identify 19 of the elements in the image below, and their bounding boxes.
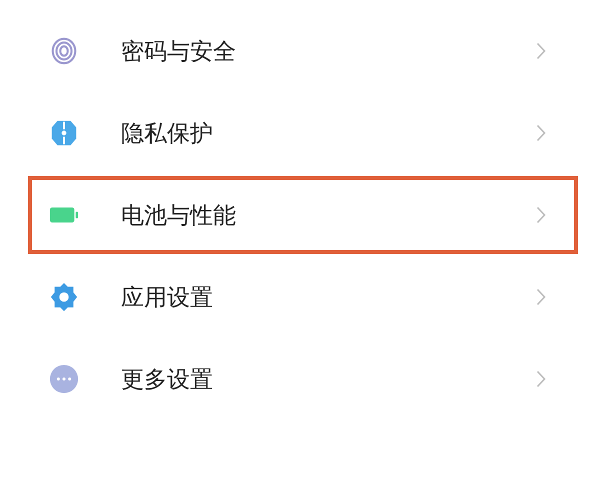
gear-icon xyxy=(49,282,79,312)
item-label: 电池与性能 xyxy=(121,202,237,230)
chevron-icon xyxy=(536,206,546,224)
shield-icon xyxy=(49,118,79,148)
item-label: 隐私保护 xyxy=(121,120,214,148)
settings-item[interactable]: 隐私保护 xyxy=(28,94,578,172)
chevron-icon xyxy=(536,288,546,306)
item-label: 密码与安全 xyxy=(121,38,237,66)
settings-item[interactable]: 应用设置 xyxy=(28,258,578,336)
item-label: 更多设置 xyxy=(121,366,214,394)
more-icon xyxy=(49,364,79,394)
settings-item[interactable]: 更多设置 xyxy=(28,340,578,418)
item-label: 应用设置 xyxy=(121,284,214,312)
settings-item[interactable]: 电池与性能 xyxy=(28,176,578,254)
chevron-icon xyxy=(536,124,546,142)
chevron-icon xyxy=(536,42,546,60)
fingerprint-icon xyxy=(49,36,79,66)
settings-item[interactable]: 密码与安全 xyxy=(28,12,578,90)
chevron-icon xyxy=(536,370,546,388)
